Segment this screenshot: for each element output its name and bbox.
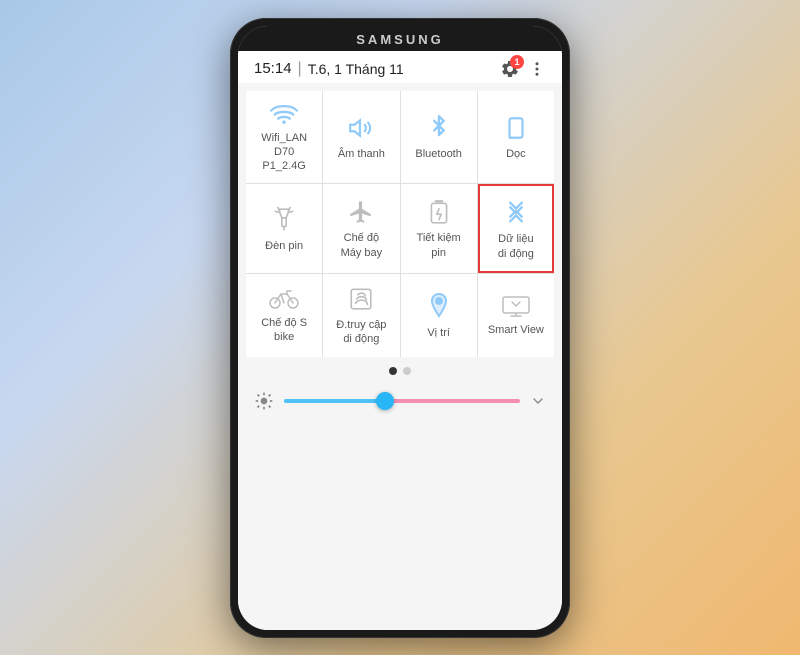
status-time: 15:14	[254, 60, 292, 77]
brightness-slider-track[interactable]	[284, 399, 520, 403]
tile-battery[interactable]: Tiết kiệmpin	[401, 184, 477, 273]
tile-doc[interactable]: Dọc	[478, 91, 554, 184]
brightness-icon	[254, 391, 274, 411]
tile-wifi-label: Wifi_LAN D70P1_2.4G	[250, 131, 318, 174]
settings-badge: 1	[510, 55, 524, 69]
brightness-slider-thumb[interactable]	[376, 392, 394, 410]
phone-device: SAMSUNG 15:14 | T.6, 1 Tháng 11 1	[230, 18, 570, 638]
tile-wifi[interactable]: Wifi_LAN D70P1_2.4G	[246, 91, 322, 184]
phone-screen: SAMSUNG 15:14 | T.6, 1 Tháng 11 1	[238, 26, 562, 630]
tile-mobile-access-label: Đ.truy cậpdi động	[336, 318, 386, 347]
settings-icon-wrap[interactable]: 1	[500, 59, 520, 79]
smartview-icon	[502, 295, 530, 317]
rotation-icon	[503, 115, 529, 141]
status-date: T.6, 1 Tháng 11	[308, 61, 404, 77]
dot-2	[403, 367, 411, 375]
tile-mobile-access[interactable]: Đ.truy cậpdi động	[323, 274, 399, 357]
tiles-grid: Wifi_LAN D70P1_2.4G Âm thanh	[246, 91, 554, 357]
location-icon	[427, 292, 451, 320]
status-divider: |	[298, 60, 302, 78]
samsung-brand: SAMSUNG	[238, 26, 562, 51]
tile-location-label: Vị trí	[427, 326, 450, 340]
dot-1	[389, 367, 397, 375]
tile-sound-label: Âm thanh	[338, 147, 385, 161]
chevron-down-icon[interactable]	[530, 393, 546, 409]
status-icons: 1	[500, 59, 546, 79]
battery-icon	[428, 199, 450, 225]
quick-panel: Wifi_LAN D70P1_2.4G Âm thanh	[238, 83, 562, 630]
share-icon	[348, 286, 374, 312]
tile-airplane[interactable]: Chế độMáy bay	[323, 184, 399, 273]
tile-bluetooth-label: Bluetooth	[415, 147, 461, 161]
bike-icon	[269, 288, 299, 310]
tile-smartview-label: Smart View	[488, 323, 544, 337]
status-left: 15:14 | T.6, 1 Tháng 11	[254, 60, 404, 78]
bluetooth-icon	[428, 115, 450, 141]
flashlight-icon	[273, 207, 295, 233]
tile-sbike-label: Chế độ S bike	[250, 316, 318, 345]
tile-mobile-data[interactable]: Dữ liệudi động	[478, 184, 554, 273]
tile-mobile-data-label: Dữ liệudi động	[498, 232, 534, 261]
airplane-icon	[348, 199, 374, 225]
data-icon	[502, 198, 530, 226]
tile-flashlight[interactable]: Đèn pin	[246, 184, 322, 273]
tile-smartview[interactable]: Smart View	[478, 274, 554, 357]
status-bar: 15:14 | T.6, 1 Tháng 11 1	[238, 51, 562, 83]
tile-location[interactable]: Vị trí	[401, 274, 477, 357]
wifi-icon	[270, 103, 298, 125]
brightness-row	[238, 385, 562, 421]
page-dots	[238, 357, 562, 385]
tile-sound[interactable]: Âm thanh	[323, 91, 399, 184]
tile-battery-label: Tiết kiệmpin	[417, 231, 461, 260]
more-icon[interactable]	[528, 60, 546, 78]
sound-icon	[348, 115, 374, 141]
tile-airplane-label: Chế độMáy bay	[341, 231, 383, 260]
tile-bluetooth[interactable]: Bluetooth	[401, 91, 477, 184]
tile-sbike[interactable]: Chế độ S bike	[246, 274, 322, 357]
tile-doc-label: Dọc	[506, 147, 526, 161]
tile-flashlight-label: Đèn pin	[265, 239, 303, 253]
